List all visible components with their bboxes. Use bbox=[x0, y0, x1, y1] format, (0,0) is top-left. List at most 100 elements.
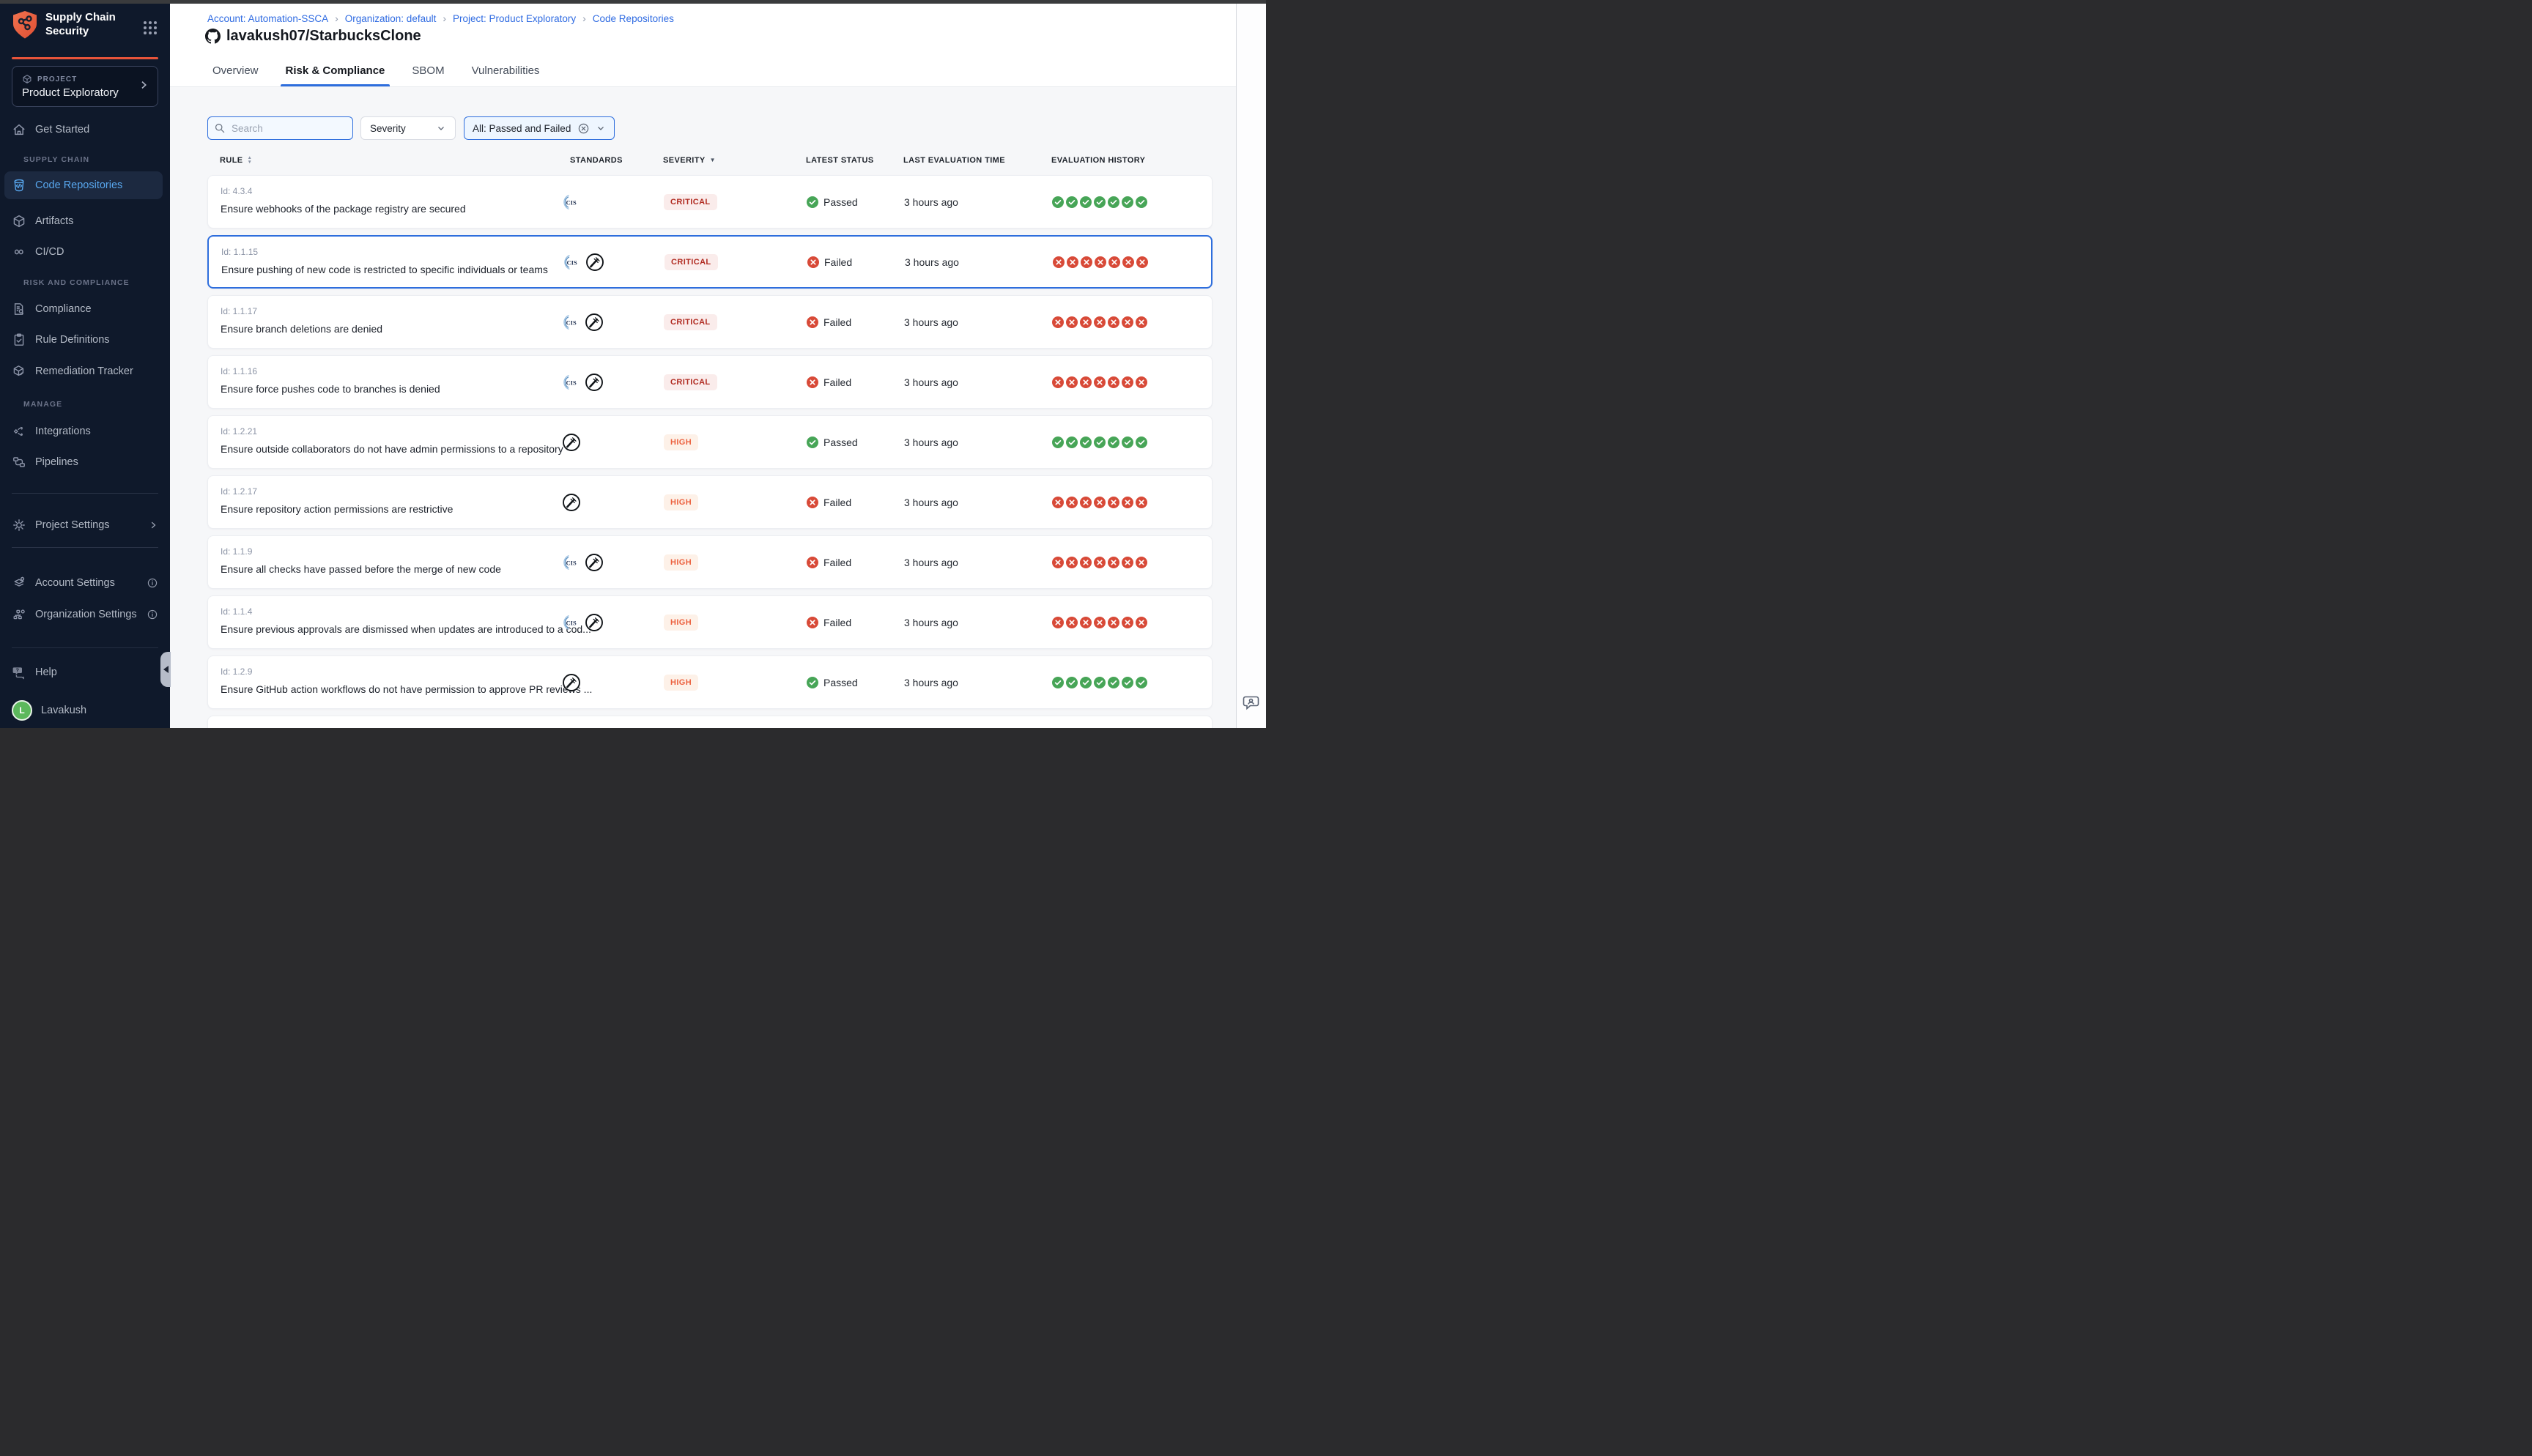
project-label: PROJECT bbox=[37, 75, 77, 83]
home-icon bbox=[12, 122, 26, 137]
user-name: Lavakush bbox=[41, 705, 86, 716]
last-evaluation-time: 3 hours ago bbox=[904, 437, 958, 448]
sidebar-item-compliance[interactable]: Compliance bbox=[12, 295, 158, 323]
rule-row[interactable]: Id: 1.2.17 Ensure repository action perm… bbox=[207, 475, 1213, 529]
history-failed-icon bbox=[1094, 557, 1106, 568]
column-header-severity[interactable]: SEVERITY ▼ bbox=[663, 155, 716, 166]
rule-row[interactable]: Id: 1.1.9 Ensure all checks have passed … bbox=[207, 535, 1213, 589]
app-logo[interactable]: Supply Chain Security bbox=[12, 10, 116, 40]
breadcrumb-organization[interactable]: Organization: default bbox=[345, 13, 437, 24]
standards-badges: CIS bbox=[562, 313, 604, 332]
history-failed-icon bbox=[1080, 617, 1092, 628]
latest-status: Failed bbox=[807, 617, 851, 628]
breadcrumb-separator-icon bbox=[443, 12, 446, 24]
rule-row[interactable]: Id: 1.1.5 CIS HIGH Failed 3 hours ago bbox=[207, 716, 1213, 728]
severity-badge: CRITICAL bbox=[664, 314, 717, 330]
status-passed-icon bbox=[807, 196, 818, 208]
tab-vulnerabilities[interactable]: Vulnerabilities bbox=[472, 64, 540, 86]
tab-risk-compliance[interactable]: Risk & Compliance bbox=[286, 64, 385, 86]
brand-accent-line bbox=[12, 57, 158, 59]
breadcrumb-code-repositories[interactable]: Code Repositories bbox=[593, 13, 674, 24]
artifacts-cube-icon bbox=[12, 214, 26, 229]
severity-dropdown[interactable]: Severity bbox=[360, 116, 456, 140]
table-header: RULE ▲▼ STANDARDS SEVERITY ▼ LATEST STAT… bbox=[170, 155, 1266, 166]
status-failed-icon bbox=[807, 316, 818, 328]
latest-status: Passed bbox=[807, 677, 858, 688]
status-label: Passed bbox=[823, 196, 858, 208]
sidebar-item-remediation-tracker[interactable]: Remediation Tracker bbox=[12, 357, 158, 385]
svg-text:CIS: CIS bbox=[566, 559, 577, 566]
owasp-standard-icon bbox=[585, 553, 604, 572]
chevron-right-icon bbox=[148, 520, 158, 530]
last-evaluation-time: 3 hours ago bbox=[904, 497, 958, 508]
history-failed-icon bbox=[1053, 256, 1065, 268]
sidebar-item-rule-definitions[interactable]: Rule Definitions bbox=[12, 326, 158, 354]
history-failed-icon bbox=[1066, 557, 1078, 568]
standards-badges bbox=[562, 433, 581, 452]
clear-filter-icon[interactable] bbox=[577, 122, 590, 135]
history-failed-icon bbox=[1108, 316, 1119, 328]
search-box bbox=[207, 116, 353, 140]
tab-overview[interactable]: Overview bbox=[212, 64, 259, 86]
breadcrumb-project[interactable]: Project: Product Exploratory bbox=[453, 13, 576, 24]
rule-name: Ensure previous approvals are dismissed … bbox=[221, 623, 591, 635]
status-passed-icon bbox=[807, 437, 818, 448]
evaluation-history bbox=[1052, 376, 1147, 388]
sidebar-collapse-handle[interactable] bbox=[160, 652, 171, 687]
sidebar-item-account-settings[interactable]: Account Settings bbox=[12, 569, 158, 597]
sidebar-item-cicd[interactable]: CI/CD bbox=[12, 238, 158, 266]
sidebar-item-code-repositories[interactable]: Code Repositories bbox=[4, 171, 163, 199]
column-header-latest-status: LATEST STATUS bbox=[806, 155, 874, 166]
search-icon bbox=[214, 122, 226, 134]
sidebar-item-artifacts[interactable]: Artifacts bbox=[12, 207, 158, 235]
sidebar-item-integrations[interactable]: Integrations bbox=[12, 417, 158, 445]
history-failed-icon bbox=[1052, 376, 1064, 388]
sidebar-item-pipelines[interactable]: Pipelines bbox=[12, 448, 158, 476]
rule-row[interactable]: Id: 1.1.15 Ensure pushing of new code is… bbox=[207, 235, 1213, 289]
cis-standard-icon: CIS bbox=[562, 313, 580, 331]
last-evaluation-time: 3 hours ago bbox=[904, 316, 958, 328]
chevron-down-icon[interactable] bbox=[596, 123, 606, 133]
tab-sbom[interactable]: SBOM bbox=[412, 64, 444, 86]
latest-status: Passed bbox=[807, 196, 858, 208]
rule-row[interactable]: Id: 1.2.9 Ensure GitHub action workflows… bbox=[207, 655, 1213, 709]
support-chat-icon[interactable] bbox=[1243, 693, 1262, 712]
rule-row[interactable]: Id: 4.3.4 Ensure webhooks of the package… bbox=[207, 175, 1213, 229]
module-grid-icon[interactable] bbox=[142, 20, 158, 36]
project-selector[interactable]: PROJECT Product Exploratory bbox=[12, 66, 158, 107]
user-avatar: L bbox=[12, 700, 32, 721]
rule-row[interactable]: Id: 1.2.21 Ensure outside collaborators … bbox=[207, 415, 1213, 469]
evaluation-history bbox=[1052, 497, 1147, 508]
rule-row[interactable]: Id: 1.1.17 Ensure branch deletions are d… bbox=[207, 295, 1213, 349]
sidebar-item-help[interactable]: ? Help bbox=[12, 658, 158, 686]
rule-row[interactable]: Id: 1.1.16 Ensure force pushes code to b… bbox=[207, 355, 1213, 409]
column-header-rule[interactable]: RULE ▲▼ bbox=[220, 155, 252, 166]
history-passed-icon bbox=[1052, 196, 1064, 208]
search-input[interactable] bbox=[230, 118, 350, 139]
page: Supply Chain Security PROJECT Product Ex… bbox=[0, 0, 1266, 728]
severity-badge: CRITICAL bbox=[664, 194, 717, 210]
history-passed-icon bbox=[1136, 677, 1147, 688]
section-label-manage: MANAGE bbox=[23, 400, 62, 409]
history-failed-icon bbox=[1066, 316, 1078, 328]
rule-row[interactable]: Id: 1.1.4 Ensure previous approvals are … bbox=[207, 595, 1213, 649]
rule-name: Ensure pushing of new code is restricted… bbox=[221, 264, 548, 275]
sidebar-item-project-settings[interactable]: Project Settings bbox=[12, 511, 158, 539]
sidebar-item-label: Account Settings bbox=[35, 577, 115, 589]
sidebar-item-user[interactable]: L Lavakush bbox=[12, 697, 158, 724]
account-settings-icon bbox=[12, 576, 26, 590]
history-passed-icon bbox=[1052, 677, 1064, 688]
history-failed-icon bbox=[1122, 557, 1133, 568]
standards-badges bbox=[562, 493, 581, 512]
section-label-risk-compliance: RISK AND COMPLIANCE bbox=[23, 278, 130, 287]
breadcrumb-account[interactable]: Account: Automation-SSCA bbox=[207, 13, 328, 24]
code-repositories-icon bbox=[12, 178, 26, 193]
status-filter-chip[interactable]: All: Passed and Failed bbox=[464, 116, 615, 140]
scrollbar-track[interactable] bbox=[1236, 4, 1266, 728]
cis-standard-icon: CIS bbox=[562, 554, 580, 571]
status-label: Passed bbox=[823, 437, 858, 448]
history-passed-icon bbox=[1066, 196, 1078, 208]
sidebar-item-organization-settings[interactable]: Organization Settings bbox=[12, 601, 158, 628]
evaluation-history bbox=[1052, 557, 1147, 568]
sidebar-item-get-started[interactable]: Get Started bbox=[12, 116, 158, 144]
